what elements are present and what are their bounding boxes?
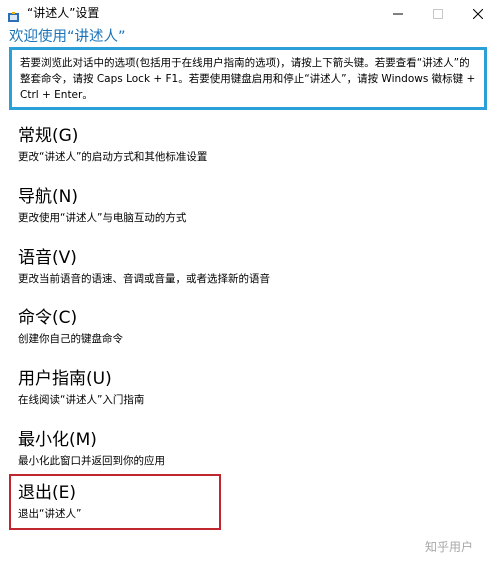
intro-text: 若要浏览此对话中的选项(包括用于在线用户指南的选项)，请按上下箭头键。若要查看“… — [20, 57, 476, 101]
menu-item-description: 更改“讲述人”的启动方式和其他标准设置 — [18, 151, 208, 163]
title-bar[interactable]: “讲述人”设置 — [0, 0, 500, 28]
menu-item-minimize[interactable]: 最小化(M) 最小化此窗口并返回到你的应用 — [9, 421, 221, 477]
menu-item-description: 退出“讲述人” — [18, 508, 82, 520]
menu-item-user-guide[interactable]: 用户指南(U) 在线阅读“讲述人”入门指南 — [9, 360, 221, 416]
menu-item-description: 最小化此窗口并返回到你的应用 — [18, 455, 165, 467]
menu-item-title: 最小化(M) — [18, 430, 97, 450]
menu-item-title: 退出(E) — [18, 483, 77, 503]
window-title: “讲述人”设置 — [27, 6, 100, 20]
minimize-window-button[interactable] — [378, 0, 418, 28]
close-icon — [473, 9, 483, 19]
menu-item-description: 创建你自己的键盘命令 — [18, 333, 123, 345]
maximize-icon — [433, 9, 443, 19]
menu-item-general[interactable]: 常规(G) 更改“讲述人”的启动方式和其他标准设置 — [9, 117, 221, 173]
menu-item-title: 导航(N) — [18, 187, 78, 207]
watermark-text: 知乎用户 — [425, 540, 474, 554]
welcome-heading: 欢迎使用“讲述人” — [9, 29, 126, 45]
menu-item-exit[interactable]: 退出(E) 退出“讲述人” — [9, 474, 221, 530]
menu-item-description: 更改当前语音的语速、音调或音量，或者选择新的语音 — [18, 273, 270, 285]
maximize-window-button[interactable] — [418, 0, 458, 28]
intro-text-box[interactable]: 若要浏览此对话中的选项(包括用于在线用户指南的选项)，请按上下箭头键。若要查看“… — [9, 47, 487, 110]
menu-item-description: 更改使用“讲述人”与电脑互动的方式 — [18, 212, 187, 224]
minimize-icon — [393, 13, 403, 15]
menu-item-title: 常规(G) — [18, 126, 79, 146]
menu-item-commands[interactable]: 命令(C) 创建你自己的键盘命令 — [9, 299, 221, 355]
menu-item-title: 语音(V) — [18, 248, 77, 268]
menu-item-description: 在线阅读“讲述人”入门指南 — [18, 394, 145, 406]
menu-item-title: 用户指南(U) — [18, 369, 112, 389]
menu-item-title: 命令(C) — [18, 308, 78, 328]
menu-item-navigation[interactable]: 导航(N) 更改使用“讲述人”与电脑互动的方式 — [9, 178, 221, 234]
close-window-button[interactable] — [458, 0, 498, 28]
menu-item-voice[interactable]: 语音(V) 更改当前语音的语速、音调或音量，或者选择新的语音 — [9, 239, 270, 295]
narrator-settings-window: “讲述人”设置 欢迎使用“讲述人” 若要浏览此对话中的选项(包括用于在线用户指南… — [0, 0, 500, 567]
narrator-app-icon — [8, 8, 20, 22]
